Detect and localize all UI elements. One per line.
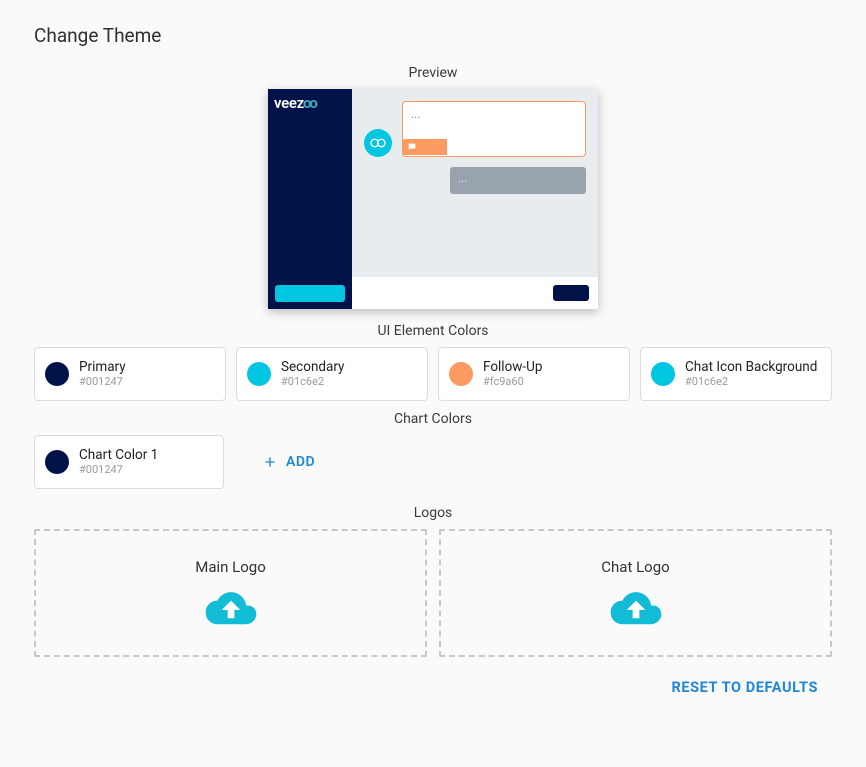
color-hex: #001247: [79, 376, 126, 388]
ui-colors-grid: Primary #001247 Secondary #01c6e2 Follow…: [34, 347, 832, 401]
chart-colors-row: Chart Color 1 #001247 ADD: [34, 435, 832, 489]
preview-sidebar-active-item: [275, 285, 345, 302]
preview-input-bar: [352, 277, 598, 309]
section-label-logos: Logos: [34, 505, 832, 521]
add-chart-color-button[interactable]: ADD: [234, 435, 343, 489]
color-card-followup[interactable]: Follow-Up #fc9a60: [438, 347, 630, 401]
section-label-ui-colors: UI Element Colors: [34, 323, 832, 339]
color-name: Follow-Up: [483, 360, 543, 375]
brand-text-accent: oo: [303, 94, 316, 112]
logo-grid: Main Logo Chat Logo: [34, 529, 832, 657]
chat-avatar-icon: [364, 129, 392, 157]
color-hex: #fc9a60: [483, 376, 543, 388]
color-swatch: [449, 362, 473, 386]
preview-sidebar: veezoo: [268, 89, 352, 309]
cloud-upload-icon: [204, 590, 258, 628]
color-hex: #01c6e2: [281, 376, 344, 388]
color-name: Chat Icon Background: [685, 360, 817, 375]
brand-text: veez: [274, 94, 304, 112]
color-swatch: [45, 362, 69, 386]
color-card-secondary[interactable]: Secondary #01c6e2: [236, 347, 428, 401]
main-logo-dropzone[interactable]: Main Logo: [34, 529, 427, 657]
color-swatch: [651, 362, 675, 386]
preview-main: ... ...: [352, 89, 598, 309]
color-name: Secondary: [281, 360, 344, 375]
reset-defaults-button[interactable]: RESET TO DEFAULTS: [671, 679, 818, 696]
preview-followup-tag: [403, 139, 447, 155]
color-name: Primary: [79, 360, 126, 375]
color-swatch: [45, 450, 69, 474]
preview-grey-pill: ...: [450, 167, 586, 194]
chat-bubble-text: ...: [411, 107, 421, 121]
color-card-chat-icon-bg[interactable]: Chat Icon Background #01c6e2: [640, 347, 832, 401]
plus-icon: [262, 454, 278, 470]
grey-pill-text: ...: [458, 171, 468, 185]
color-swatch: [247, 362, 271, 386]
chat-logo-dropzone[interactable]: Chat Logo: [439, 529, 832, 657]
cloud-upload-icon: [609, 590, 663, 628]
section-label-chart-colors: Chart Colors: [34, 411, 832, 427]
preview-brand-logo: veezoo: [268, 89, 352, 112]
section-label-preview: Preview: [34, 65, 832, 81]
theme-preview: veezoo ... ...: [268, 89, 598, 309]
color-hex: #01c6e2: [685, 376, 817, 388]
add-label: ADD: [286, 454, 315, 470]
color-card-chart1[interactable]: Chart Color 1 #001247: [34, 435, 224, 489]
preview-send-button: [553, 285, 589, 301]
page-title: Change Theme: [34, 24, 832, 47]
chat-logo-label: Chat Logo: [601, 558, 669, 576]
color-hex: #001247: [79, 464, 158, 476]
color-card-primary[interactable]: Primary #001247: [34, 347, 226, 401]
preview-chat-area: ... ...: [352, 89, 598, 277]
color-name: Chart Color 1: [79, 448, 158, 463]
main-logo-label: Main Logo: [195, 558, 266, 576]
